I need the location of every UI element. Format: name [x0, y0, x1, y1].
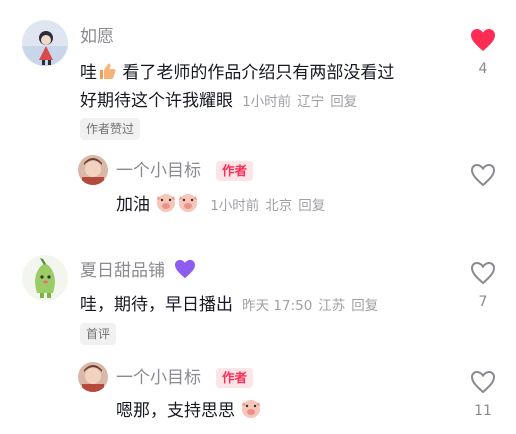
pig-face-icon: [177, 191, 199, 217]
reply-text-row: 加油 1小时前 北京 回复: [116, 191, 331, 219]
comment-text: 哇 看了老师的作品介绍只有两部没看过: [80, 59, 460, 90]
avatar-author[interactable]: [78, 362, 108, 392]
reply-text: 嗯那，支持思思: [116, 401, 235, 421]
like-button[interactable]: [470, 261, 496, 289]
comment-user-row: 夏日甜品铺: [80, 259, 196, 283]
comment-username[interactable]: 夏日甜品铺: [80, 261, 165, 281]
comment-text-line2-row: 好期待这个许我耀眼 1小时前 辽宁 回复: [80, 87, 363, 115]
comment-text-line2: 好期待这个许我耀眼: [80, 91, 233, 111]
comment-location: 辽宁: [297, 94, 325, 110]
first-comment-badge: 首评: [80, 323, 117, 345]
like-count: 11: [474, 403, 492, 419]
avatar-author[interactable]: [78, 155, 108, 185]
heart-filled-icon: [471, 29, 495, 51]
comment-text-body: 看了老师的作品介绍只有两部没看过: [117, 63, 395, 83]
like-count: 4: [478, 61, 488, 77]
author-tag: 作者: [216, 161, 254, 181]
like-button[interactable]: [470, 370, 496, 398]
reply-button[interactable]: 回复: [298, 198, 325, 214]
comment-text: 哇，期待，早日播出: [80, 295, 233, 315]
comment-text-prefix: 哇: [80, 63, 97, 83]
comment-text-row: 哇，期待，早日播出 昨天 17:50 江苏 回复: [80, 291, 384, 319]
reply-time: 1小时前: [210, 198, 260, 214]
comment-meta: 昨天 17:50 江苏 回复: [242, 298, 384, 314]
heart-outline-icon: [470, 261, 496, 285]
comment-username[interactable]: 如愿: [80, 26, 114, 48]
avatar-xiaritianpinpu[interactable]: [22, 255, 68, 301]
reply-text: 加油: [116, 195, 150, 215]
heart-outline-icon: [470, 370, 496, 394]
pig-face-icon: [240, 397, 262, 423]
like-count: 7: [478, 294, 488, 310]
comment-meta: 1小时前 辽宁 回复: [242, 94, 363, 110]
thumbs-up-icon: [97, 61, 117, 90]
heart-outline-icon: [470, 163, 496, 187]
comment-time: 1小时前: [242, 94, 292, 110]
reply-location: 北京: [265, 198, 293, 214]
reply-username[interactable]: 一个小目标: [116, 160, 201, 182]
like-button[interactable]: [470, 28, 496, 56]
pig-face-icon: [155, 191, 177, 217]
reply-username[interactable]: 一个小目标: [116, 367, 201, 389]
reply-button[interactable]: 回复: [351, 298, 378, 314]
avatar-ruyuan[interactable]: [22, 20, 68, 66]
reply-text-row: 嗯那，支持思思: [116, 397, 262, 425]
author-tag: 作者: [216, 368, 254, 388]
comment-time: 昨天 17:50: [242, 298, 313, 314]
comment-location: 江苏: [318, 298, 346, 314]
like-button[interactable]: [470, 163, 496, 191]
reply-meta: 1小时前 北京 回复: [210, 198, 331, 214]
author-liked-badge: 作者赞过: [80, 118, 141, 140]
reply-button[interactable]: 回复: [330, 94, 357, 110]
purple-heart-icon: [174, 259, 196, 283]
